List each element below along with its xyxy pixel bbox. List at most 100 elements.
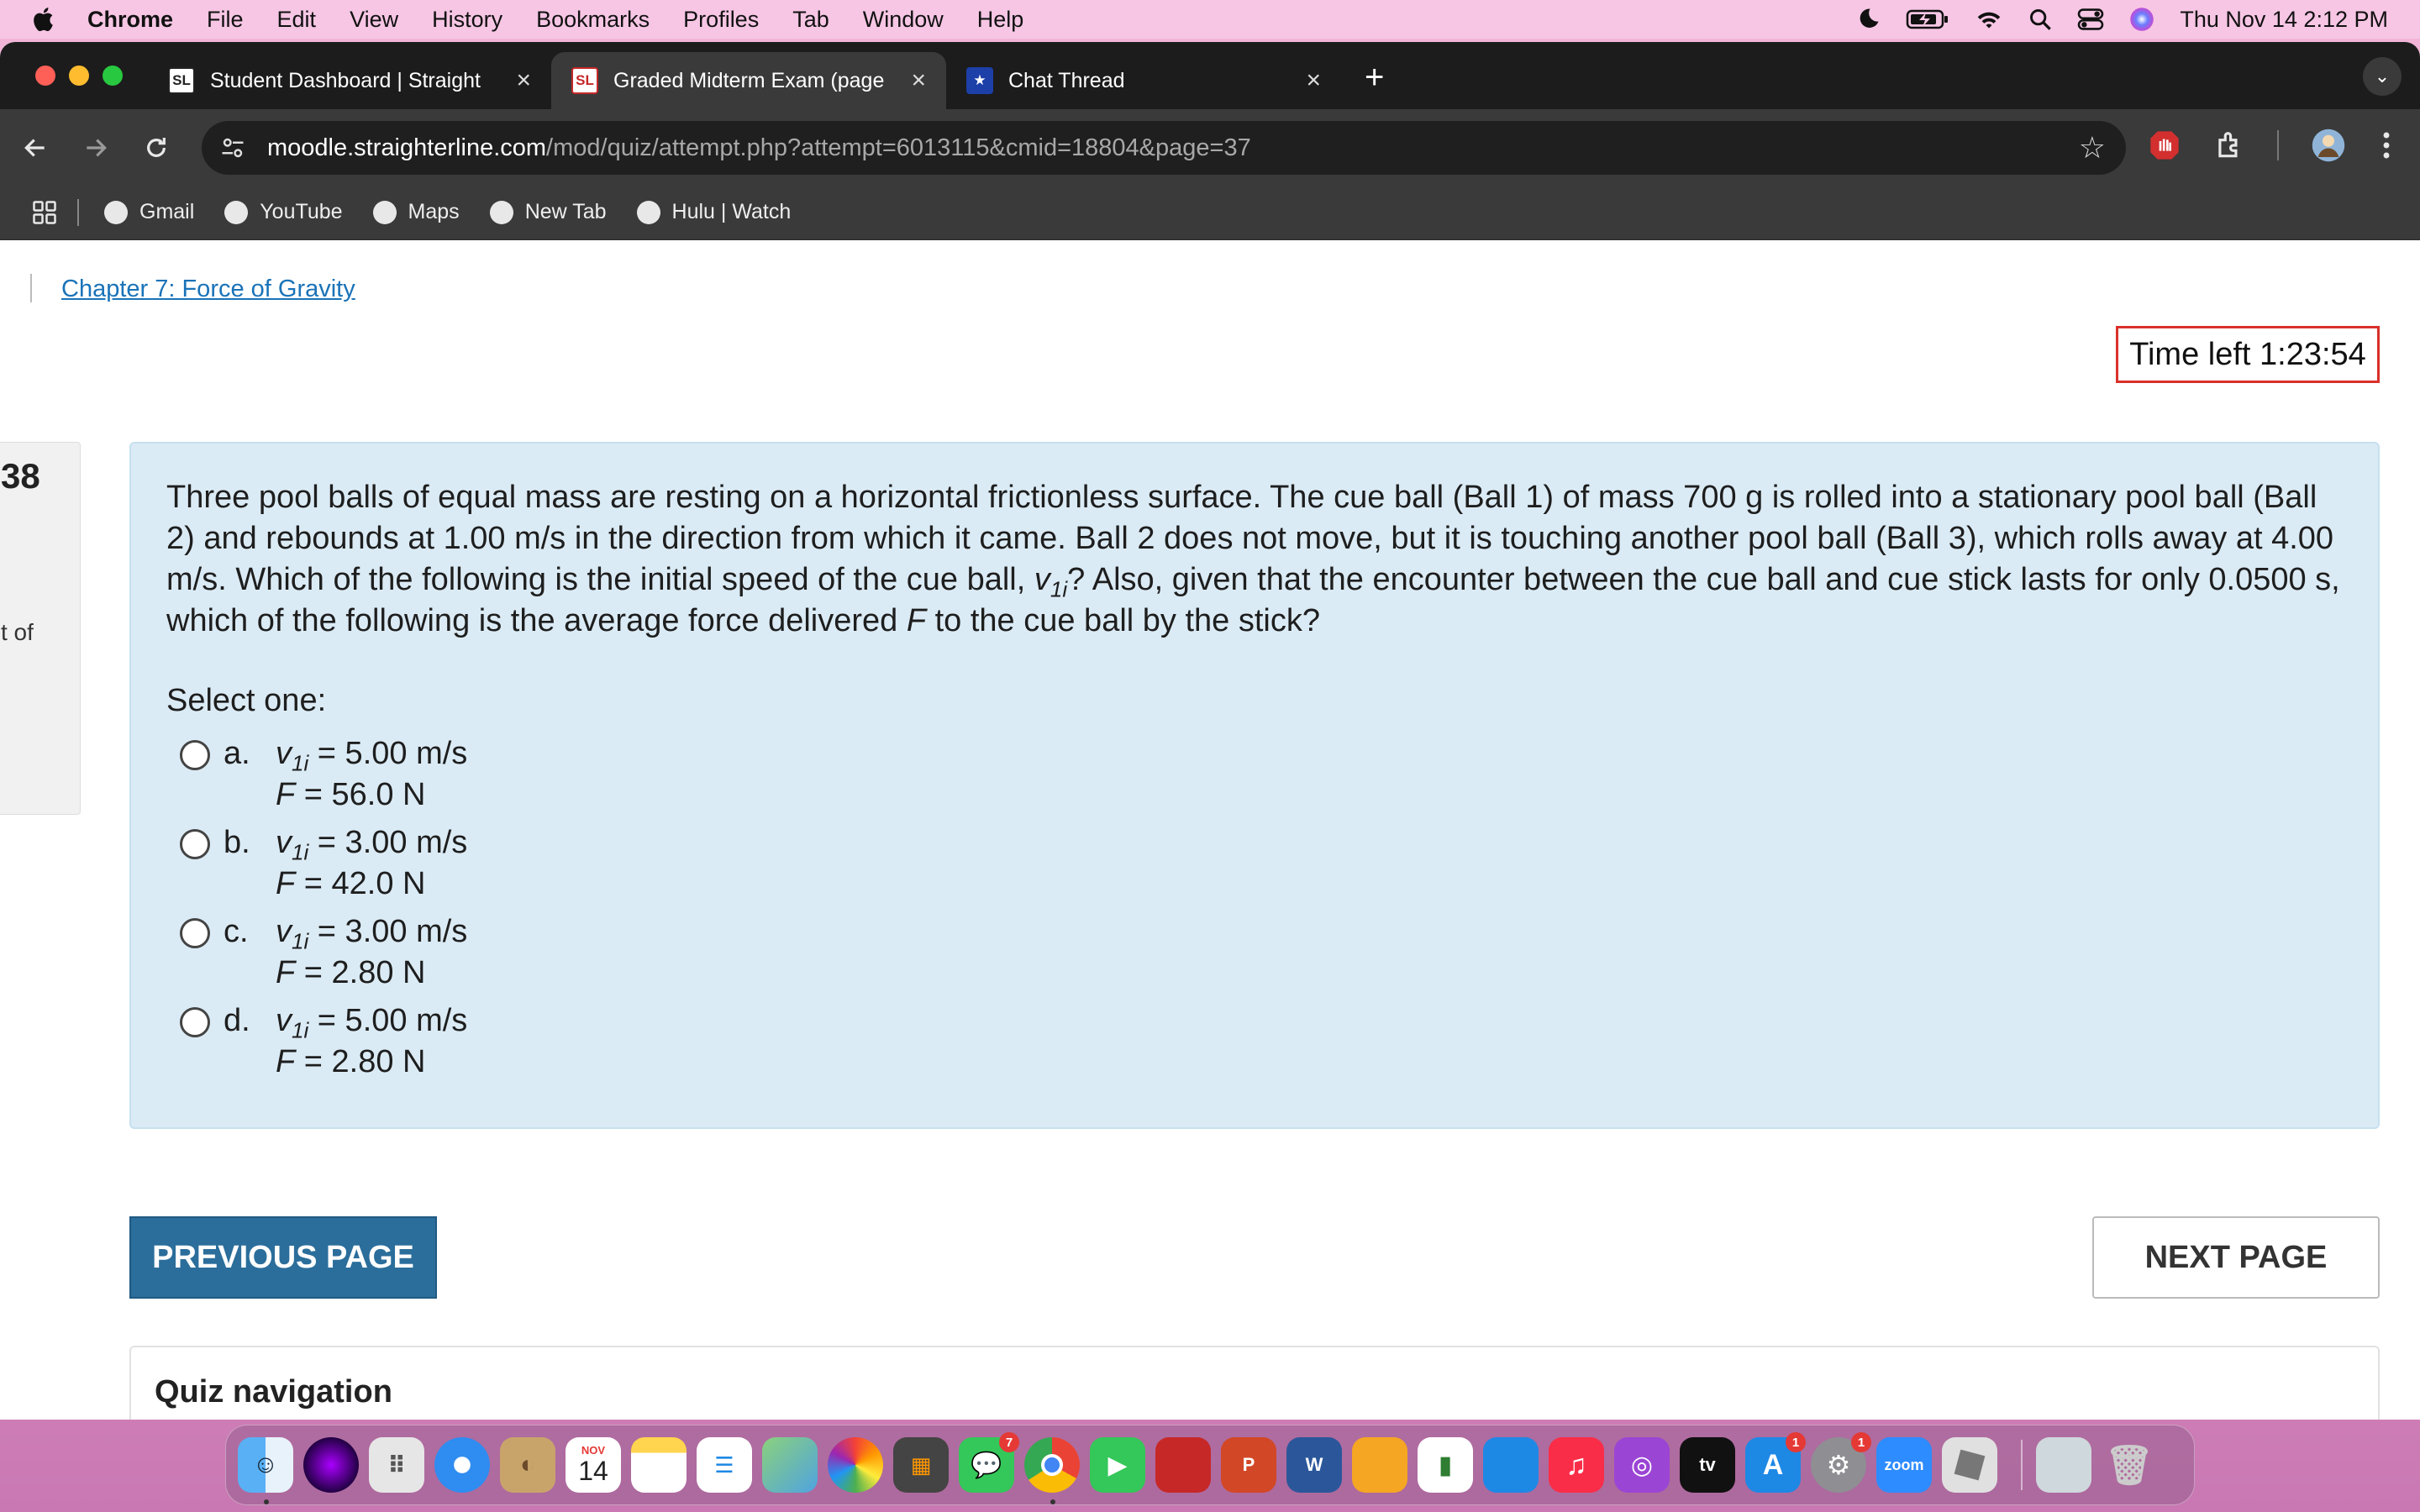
trash-icon[interactable]: 🗑 xyxy=(2102,1437,2157,1493)
calendar-month: NOV xyxy=(581,1444,606,1457)
app-store-icon[interactable]: A1 xyxy=(1745,1432,1806,1493)
focus-moon-icon[interactable] xyxy=(1855,7,1881,32)
breadcrumb-chapter-link[interactable]: Chapter 7: Force of Gravity xyxy=(61,276,355,303)
bookmark-hulu[interactable]: Hulu | Watch xyxy=(636,200,792,224)
option-force: F = 42.0 N xyxy=(276,866,426,901)
profile-avatar[interactable] xyxy=(2311,128,2346,163)
option-letter: a. xyxy=(224,736,250,771)
radio-button[interactable] xyxy=(180,740,210,770)
new-tab-plus-icon[interactable]: + xyxy=(1365,59,1384,97)
bookmark-maps[interactable]: Maps xyxy=(372,200,460,224)
minimize-window-button[interactable] xyxy=(69,66,89,86)
reminders-icon[interactable]: ☰ xyxy=(697,1437,752,1493)
answer-option-a[interactable]: a. v1i = 5.00 m/s F = 56.0 N xyxy=(166,733,2344,816)
bookmark-star-icon[interactable]: ☆ xyxy=(2079,130,2106,165)
radio-button[interactable] xyxy=(180,829,210,859)
close-tab-icon[interactable]: × xyxy=(1306,66,1321,95)
tab-student-dashboard[interactable]: SL Student Dashboard | Straight × xyxy=(148,52,551,109)
maps-icon[interactable] xyxy=(762,1437,818,1493)
menu-file[interactable]: File xyxy=(207,7,244,33)
menu-app-name[interactable]: Chrome xyxy=(87,7,173,33)
contacts-icon[interactable]: ◐ xyxy=(500,1437,555,1493)
battery-charging-icon[interactable] xyxy=(1906,8,1949,31)
close-tab-icon[interactable]: × xyxy=(516,66,531,95)
preview-icon[interactable] xyxy=(2036,1437,2091,1493)
photo-booth-icon[interactable] xyxy=(1155,1437,1211,1493)
wifi-icon[interactable] xyxy=(1975,8,2003,31)
zoom-icon[interactable]: zoom xyxy=(1876,1437,1932,1493)
apps-grid-icon[interactable] xyxy=(32,200,57,225)
bookmark-gmail[interactable]: Gmail xyxy=(104,200,194,224)
zoom-window-button[interactable] xyxy=(103,66,123,86)
site-info-tune-icon[interactable] xyxy=(220,135,245,160)
spotlight-search-icon[interactable] xyxy=(2028,8,2052,31)
option-force: F = 56.0 N xyxy=(276,777,426,812)
url-path: /mod/quiz/attempt.php?attempt=6013115&cm… xyxy=(546,134,1251,161)
menu-tab[interactable]: Tab xyxy=(792,7,829,33)
siri-dock-icon[interactable] xyxy=(303,1437,359,1493)
menu-window[interactable]: Window xyxy=(863,7,944,33)
calculator-icon[interactable]: ▦ xyxy=(893,1437,949,1493)
straighterline-favicon-icon: SL xyxy=(168,67,195,94)
menu-profiles[interactable]: Profiles xyxy=(683,7,759,33)
messages-icon[interactable]: 💬 7 xyxy=(959,1432,1019,1493)
close-window-button[interactable] xyxy=(35,66,55,86)
toolbar-actions xyxy=(2116,128,2395,163)
menu-bar-status-area: Thu Nov 14 2:12 PM xyxy=(1830,7,2388,33)
photos-icon[interactable] xyxy=(828,1437,883,1493)
address-bar[interactable]: moodle.straighterline.com/mod/quiz/attem… xyxy=(202,121,2126,175)
launchpad-icon[interactable]: ⠿ xyxy=(369,1437,424,1493)
safari-icon[interactable] xyxy=(434,1437,490,1493)
straighterline-favicon-icon: SL xyxy=(571,67,598,94)
control-center-icon[interactable] xyxy=(2077,8,2104,31)
numbers-icon[interactable]: ▮ xyxy=(1418,1437,1473,1493)
finder-icon[interactable]: ☺ xyxy=(238,1437,293,1504)
word-icon[interactable]: W xyxy=(1286,1437,1342,1493)
radio-button[interactable] xyxy=(180,918,210,948)
music-icon[interactable]: ♫ xyxy=(1549,1437,1604,1493)
pages-icon[interactable] xyxy=(1352,1437,1407,1493)
previous-page-button[interactable]: PREVIOUS PAGE xyxy=(129,1216,437,1299)
chrome-window: SL Student Dashboard | Straight × SL Gra… xyxy=(0,42,2420,1420)
apple-logo-icon[interactable] xyxy=(30,5,59,34)
roblox-icon[interactable] xyxy=(1942,1437,1997,1493)
extension-stop-hand-icon[interactable] xyxy=(2148,129,2181,162)
chrome-icon[interactable] xyxy=(1024,1437,1080,1504)
next-page-button[interactable]: NEXT PAGE xyxy=(2092,1216,2380,1299)
powerpoint-icon[interactable]: P xyxy=(1221,1437,1276,1493)
keynote-icon[interactable] xyxy=(1483,1437,1539,1493)
globe-icon xyxy=(224,200,249,224)
system-settings-icon[interactable]: ⚙ 1 xyxy=(1811,1432,1871,1493)
menu-bar-clock[interactable]: Thu Nov 14 2:12 PM xyxy=(2180,7,2388,33)
menu-edit[interactable]: Edit xyxy=(277,7,317,33)
answer-option-b[interactable]: b. v1i = 3.00 m/s F = 42.0 N xyxy=(166,822,2344,905)
reload-icon[interactable] xyxy=(143,134,170,161)
tab-search-chevron-icon[interactable]: ⌄ xyxy=(2363,57,2402,96)
menu-history[interactable]: History xyxy=(432,7,502,33)
menu-view[interactable]: View xyxy=(350,7,398,33)
tab-graded-midterm-exam[interactable]: SL Graded Midterm Exam (page × xyxy=(551,52,946,109)
radio-button[interactable] xyxy=(180,1007,210,1037)
answer-option-c[interactable]: c. v1i = 3.00 m/s F = 2.80 N xyxy=(166,911,2344,994)
notes-icon[interactable] xyxy=(631,1437,687,1493)
bookmark-youtube[interactable]: YouTube xyxy=(224,200,343,224)
podcasts-icon[interactable]: ◎ xyxy=(1614,1437,1670,1493)
bookmark-label: Hulu | Watch xyxy=(671,200,792,223)
answer-option-d[interactable]: d. v1i = 5.00 m/s F = 2.80 N xyxy=(166,1000,2344,1083)
calendar-icon[interactable]: NOV 14 xyxy=(566,1437,621,1493)
bookmark-new-tab[interactable]: New Tab xyxy=(489,200,607,224)
back-arrow-icon[interactable] xyxy=(22,134,49,161)
tab-chat-thread[interactable]: ★ Chat Thread × xyxy=(946,52,1341,109)
running-indicator xyxy=(1050,1499,1055,1504)
forward-arrow-icon[interactable] xyxy=(82,134,109,161)
more-vertical-icon[interactable] xyxy=(2378,130,2395,160)
siri-icon[interactable] xyxy=(2129,7,2154,32)
globe-icon xyxy=(489,200,513,224)
facetime-icon[interactable]: ▶ xyxy=(1090,1437,1145,1493)
extensions-puzzle-icon[interactable] xyxy=(2213,129,2245,161)
close-tab-icon[interactable]: × xyxy=(911,66,926,95)
menu-bookmarks[interactable]: Bookmarks xyxy=(536,7,650,33)
apple-tv-icon[interactable]: tv xyxy=(1680,1437,1735,1493)
macos-menu-bar: Chrome File Edit View History Bookmarks … xyxy=(0,0,2420,39)
menu-help[interactable]: Help xyxy=(977,7,1024,33)
